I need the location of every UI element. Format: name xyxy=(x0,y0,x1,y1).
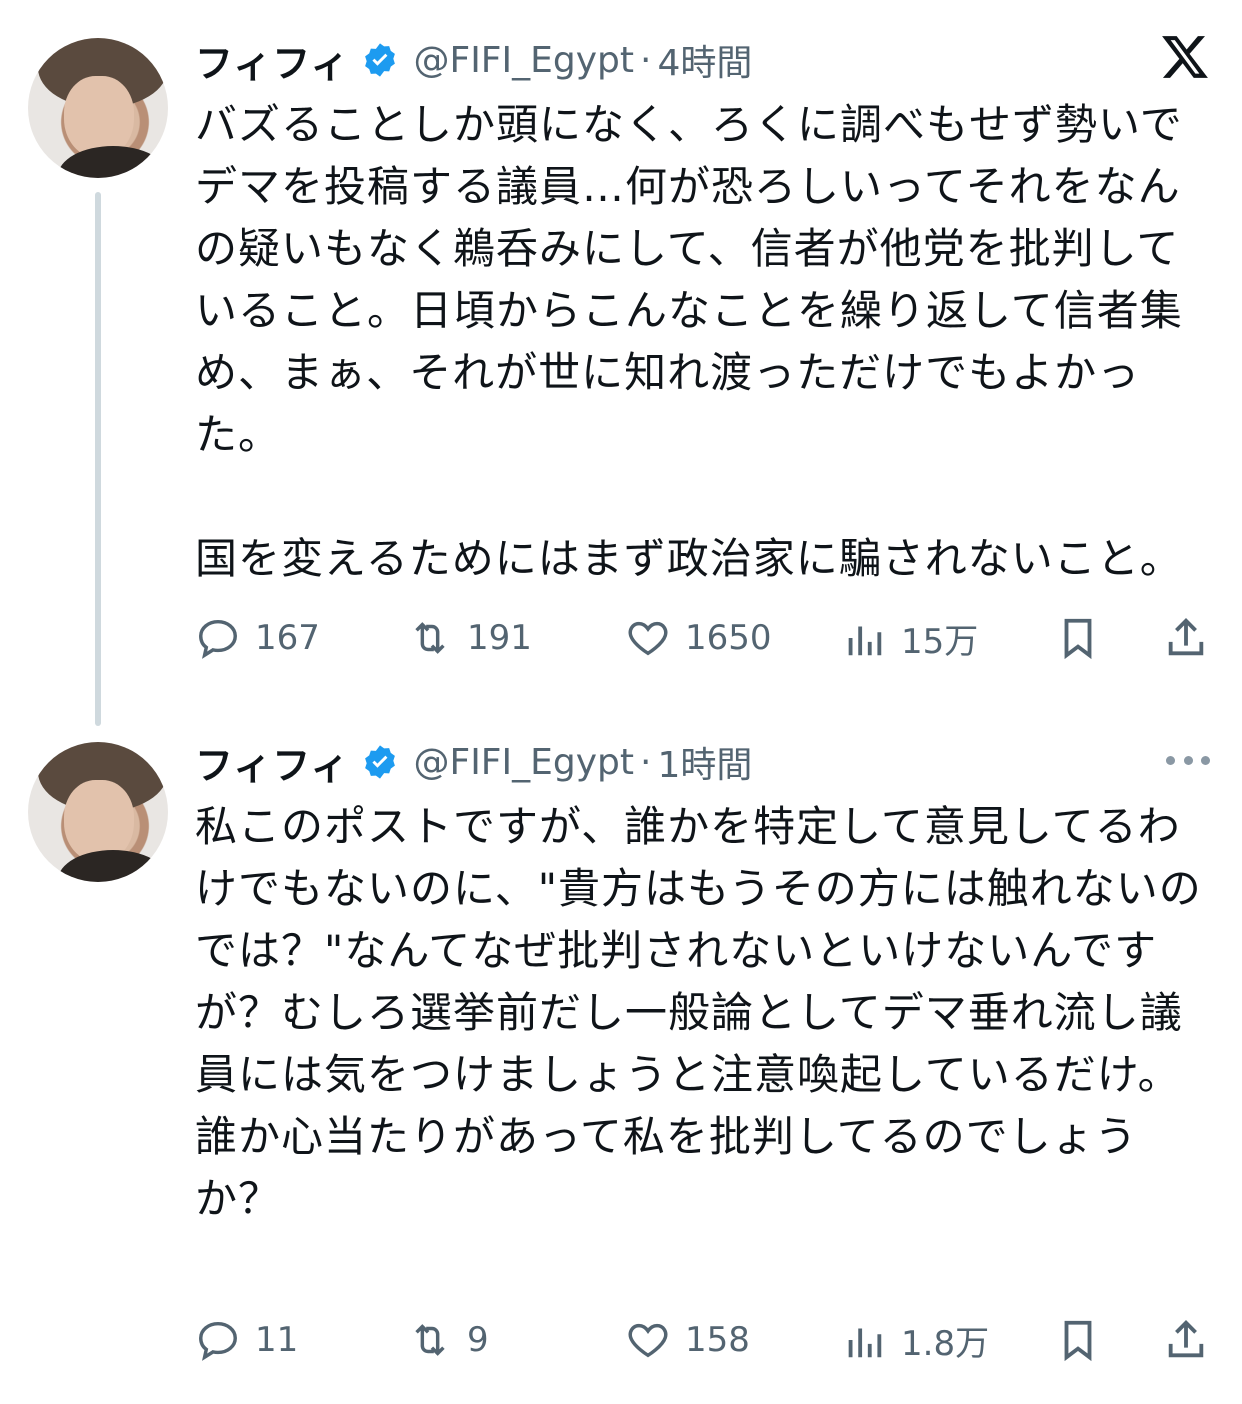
reply-count: 167 xyxy=(255,618,320,658)
separator-dot: · xyxy=(640,741,652,783)
tweet-text: バズることしか頭になく、ろくに調べもせず勢いでデマを投稿する議員…何が恐ろしいっ… xyxy=(195,100,1183,583)
tweet-header: フィフィ @FIFI_Egypt · 4時間 xyxy=(195,32,752,88)
timestamp[interactable]: 4時間 xyxy=(657,34,752,86)
timestamp[interactable]: 1時間 xyxy=(657,736,752,788)
bookmark-button[interactable] xyxy=(1055,610,1101,666)
views-button[interactable]: 15万 xyxy=(841,610,978,666)
tweet-text: 私このポストですが、誰かを特定して意見してるわけでもないのに、"貴方はもうその方… xyxy=(195,802,1202,1223)
like-button[interactable]: 1650 xyxy=(625,610,772,666)
avatar[interactable] xyxy=(28,38,168,178)
share-icon xyxy=(1168,618,1204,656)
reply-button[interactable]: 167 xyxy=(195,610,320,666)
like-button[interactable]: 158 xyxy=(625,1312,750,1368)
view-count: 1.8万 xyxy=(901,1323,990,1364)
repost-button[interactable]: 191 xyxy=(407,610,532,666)
thread-line xyxy=(95,192,101,726)
author-name[interactable]: フィフィ xyxy=(195,33,349,88)
share-button[interactable] xyxy=(1163,1312,1209,1368)
share-button[interactable] xyxy=(1163,610,1209,666)
action-bar: 11 9 158 1.8万 xyxy=(195,1312,1215,1368)
repost-icon xyxy=(415,622,445,654)
repost-count: 9 xyxy=(467,1320,489,1360)
share-icon xyxy=(1168,1320,1204,1358)
author-name[interactable]: フィフィ xyxy=(195,735,349,790)
analytics-icon xyxy=(848,1328,882,1358)
separator-dot: · xyxy=(640,39,652,81)
repost-count: 191 xyxy=(467,618,532,658)
bookmark-icon xyxy=(1064,618,1092,660)
reply-count: 11 xyxy=(255,1320,299,1360)
tweet[interactable]: フィフィ @FIFI_Egypt · 1時間 私このポストですが、誰かを特定して… xyxy=(0,700,1242,1404)
like-count: 158 xyxy=(685,1320,750,1360)
x-logo-icon[interactable] xyxy=(1160,32,1210,82)
tweet[interactable]: フィフィ @FIFI_Egypt · 4時間 バズることしか頭になく、ろくに調べ… xyxy=(0,0,1242,726)
reply-button[interactable]: 11 xyxy=(195,1312,298,1368)
author-handle[interactable]: @FIFI_Egypt xyxy=(413,742,634,783)
heart-icon xyxy=(628,621,668,656)
verified-badge-icon xyxy=(365,745,396,779)
view-count: 15万 xyxy=(901,621,979,662)
bookmark-icon xyxy=(1064,1320,1092,1362)
author-handle[interactable]: @FIFI_Egypt xyxy=(413,40,634,81)
avatar[interactable] xyxy=(28,742,168,882)
action-bar: 167 191 1650 15万 xyxy=(195,610,1215,666)
repost-button[interactable]: 9 xyxy=(407,1312,489,1368)
analytics-icon xyxy=(848,626,882,656)
bookmark-button[interactable] xyxy=(1055,1312,1101,1368)
reply-icon xyxy=(199,619,237,659)
reply-icon xyxy=(199,1321,237,1361)
repost-icon xyxy=(415,1324,445,1356)
like-count: 1650 xyxy=(685,618,772,658)
views-button[interactable]: 1.8万 xyxy=(841,1312,989,1368)
verified-badge-icon xyxy=(365,43,396,77)
heart-icon xyxy=(628,1323,668,1358)
more-icon[interactable] xyxy=(1166,752,1210,768)
tweet-header: フィフィ @FIFI_Egypt · 1時間 xyxy=(195,734,752,790)
